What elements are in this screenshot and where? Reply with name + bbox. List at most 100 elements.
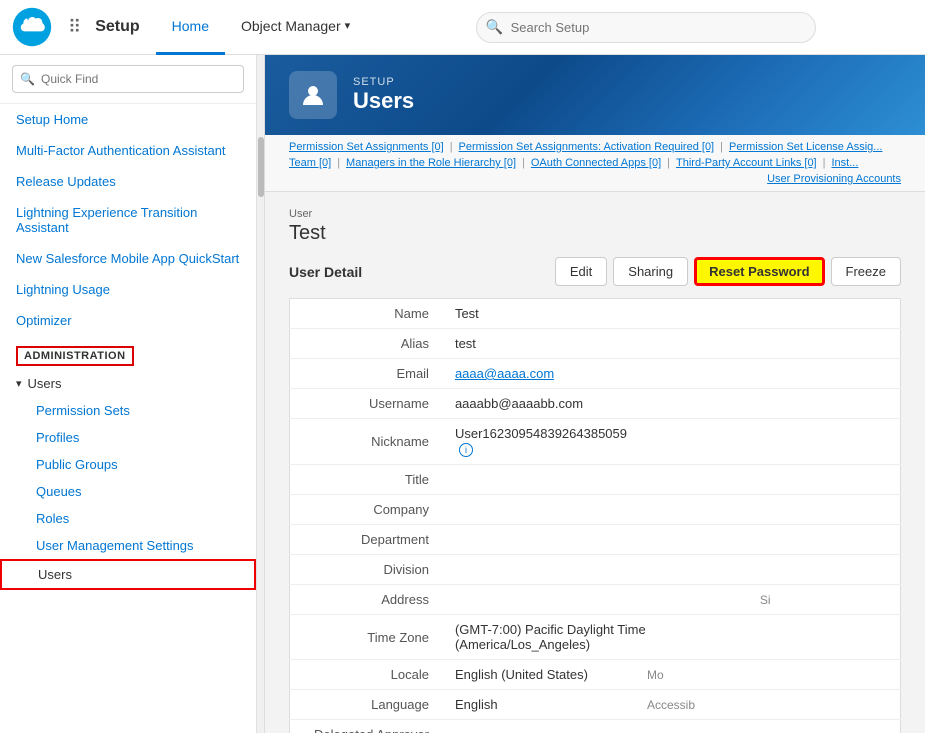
label-locale: Locale bbox=[290, 660, 445, 690]
sidebar-scrollthumb[interactable] bbox=[258, 137, 264, 197]
sidebar-sub-roles[interactable]: Roles bbox=[0, 505, 256, 532]
sharing-button[interactable]: Sharing bbox=[613, 257, 688, 286]
table-row: Title bbox=[290, 465, 901, 495]
sidebar-item-release-updates[interactable]: Release Updates bbox=[0, 166, 256, 197]
sidebar-expandable-users[interactable]: ▾ Users bbox=[0, 370, 256, 397]
table-row: Username aaaabb@aaaabb.com bbox=[290, 389, 901, 419]
grid-icon[interactable]: ⠿ bbox=[68, 17, 81, 38]
table-row: Address Si bbox=[290, 585, 901, 615]
sidebar-item-lightning-usage[interactable]: Lightning Usage bbox=[0, 274, 256, 305]
value-division bbox=[445, 555, 637, 585]
breadcrumb-bar: Permission Set Assignments [0] | Permiss… bbox=[265, 135, 925, 192]
section-title: User Detail bbox=[289, 264, 362, 280]
object-manager-arrow: ▾ bbox=[345, 19, 351, 32]
breadcrumb-link-activation[interactable]: Permission Set Assignments: Activation R… bbox=[459, 141, 715, 153]
main-layout: 🔍 Setup Home Multi-Factor Authentication… bbox=[0, 55, 925, 733]
detail-content: User Test User Detail Edit Sharing Reset… bbox=[265, 192, 925, 733]
value-locale: English (United States) bbox=[445, 660, 637, 690]
quick-find-input[interactable] bbox=[12, 65, 244, 93]
value-email: aaaa@aaaa.com bbox=[445, 359, 637, 389]
breadcrumb-link-oauth[interactable]: OAuth Connected Apps [0] bbox=[531, 157, 661, 169]
label-title: Title bbox=[290, 465, 445, 495]
administration-label: ADMINISTRATION bbox=[16, 346, 134, 366]
salesforce-logo bbox=[12, 7, 52, 47]
breadcrumb-link-provisioning[interactable]: User Provisioning Accounts bbox=[767, 173, 901, 185]
sidebar-sub-public-groups[interactable]: Public Groups bbox=[0, 451, 256, 478]
sidebar-sub-permission-sets[interactable]: Permission Sets bbox=[0, 397, 256, 424]
breadcrumb-link-inst[interactable]: Inst... bbox=[831, 157, 858, 169]
value-address bbox=[445, 585, 637, 615]
detail-table: Name Test Alias test Email aaaa@aaaa.com bbox=[289, 298, 901, 733]
users-icon bbox=[289, 71, 337, 119]
sidebar-wrapper: 🔍 Setup Home Multi-Factor Authentication… bbox=[0, 55, 265, 733]
tab-home[interactable]: Home bbox=[156, 0, 225, 55]
nav-tabs: Home Object Manager ▾ bbox=[156, 0, 367, 55]
table-row: Name Test bbox=[290, 299, 901, 329]
content-area: SETUP Users Permission Set Assignments [… bbox=[265, 55, 925, 733]
sidebar-sub-users[interactable]: Users bbox=[0, 559, 256, 590]
value-alias: test bbox=[445, 329, 637, 359]
sidebar-item-mobile-quickstart[interactable]: New Salesforce Mobile App QuickStart bbox=[0, 243, 256, 274]
breadcrumb-link-team[interactable]: Team [0] bbox=[289, 157, 331, 169]
freeze-button[interactable]: Freeze bbox=[831, 257, 901, 286]
search-bar: 🔍 bbox=[378, 12, 913, 43]
sidebar-item-setup-home[interactable]: Setup Home bbox=[0, 104, 256, 135]
label-delegated-approver: Delegated Approver bbox=[290, 720, 445, 733]
label-department: Department bbox=[290, 525, 445, 555]
value-title bbox=[445, 465, 637, 495]
table-row: Time Zone (GMT-7:00) Pacific Daylight Ti… bbox=[290, 615, 901, 660]
value-department bbox=[445, 525, 637, 555]
page-title: Users bbox=[353, 88, 414, 114]
label-company: Company bbox=[290, 495, 445, 525]
table-row: Delegated Approver bbox=[290, 720, 901, 733]
page-header-text: SETUP Users bbox=[353, 76, 414, 114]
email-link[interactable]: aaaa@aaaa.com bbox=[455, 366, 554, 381]
setup-subtitle: SETUP bbox=[353, 76, 414, 88]
sidebar-item-mfa-assistant[interactable]: Multi-Factor Authentication Assistant bbox=[0, 135, 256, 166]
value-company bbox=[445, 495, 637, 525]
sidebar-item-optimizer[interactable]: Optimizer bbox=[0, 305, 256, 336]
tab-object-manager[interactable]: Object Manager ▾ bbox=[225, 0, 366, 55]
value-name: Test bbox=[445, 299, 637, 329]
reset-password-button[interactable]: Reset Password bbox=[694, 257, 824, 286]
sep-4: | bbox=[522, 157, 525, 169]
value-delegated-approver bbox=[445, 720, 637, 733]
label-username: Username bbox=[290, 389, 445, 419]
table-row: Nickname User16230954839264385059 i bbox=[290, 419, 901, 465]
label-alias: Alias bbox=[290, 329, 445, 359]
search-icon: 🔍 bbox=[486, 19, 503, 36]
label-email: Email bbox=[290, 359, 445, 389]
quick-find-icon: 🔍 bbox=[20, 72, 35, 86]
sidebar-scrolltrack bbox=[256, 55, 264, 733]
breadcrumb-link-license[interactable]: Permission Set License Assig... bbox=[729, 141, 882, 153]
user-name: Test bbox=[289, 222, 901, 245]
search-input[interactable] bbox=[476, 12, 816, 43]
nickname-info-icon[interactable]: i bbox=[459, 443, 473, 457]
table-row: Email aaaa@aaaa.com bbox=[290, 359, 901, 389]
users-label: Users bbox=[28, 376, 62, 391]
sidebar-sub-profiles[interactable]: Profiles bbox=[0, 424, 256, 451]
edit-button[interactable]: Edit bbox=[555, 257, 607, 286]
page-header: SETUP Users bbox=[265, 55, 925, 135]
action-buttons: Edit Sharing Reset Password Freeze bbox=[555, 257, 901, 286]
value-nickname: User16230954839264385059 i bbox=[445, 419, 637, 465]
user-label: User bbox=[289, 208, 901, 220]
breadcrumb-link-thirdparty[interactable]: Third-Party Account Links [0] bbox=[676, 157, 817, 169]
sidebar-item-lightning-transition[interactable]: Lightning Experience Transition Assistan… bbox=[0, 197, 256, 243]
sep-2: | bbox=[720, 141, 723, 153]
sidebar-sub-user-mgmt[interactable]: User Management Settings bbox=[0, 532, 256, 559]
value-language: English bbox=[445, 690, 637, 720]
breadcrumb-link-managers[interactable]: Managers in the Role Hierarchy [0] bbox=[346, 157, 516, 169]
table-row: Department bbox=[290, 525, 901, 555]
table-row: Company bbox=[290, 495, 901, 525]
label-name: Name bbox=[290, 299, 445, 329]
label-timezone: Time Zone bbox=[290, 615, 445, 660]
breadcrumb-link-permission-sets[interactable]: Permission Set Assignments [0] bbox=[289, 141, 444, 153]
sidebar: 🔍 Setup Home Multi-Factor Authentication… bbox=[0, 55, 256, 733]
sep-1: | bbox=[450, 141, 453, 153]
label-address: Address bbox=[290, 585, 445, 615]
table-row: Alias test bbox=[290, 329, 901, 359]
sidebar-sub-queues[interactable]: Queues bbox=[0, 478, 256, 505]
users-chevron: ▾ bbox=[16, 377, 22, 390]
label-language: Language bbox=[290, 690, 445, 720]
